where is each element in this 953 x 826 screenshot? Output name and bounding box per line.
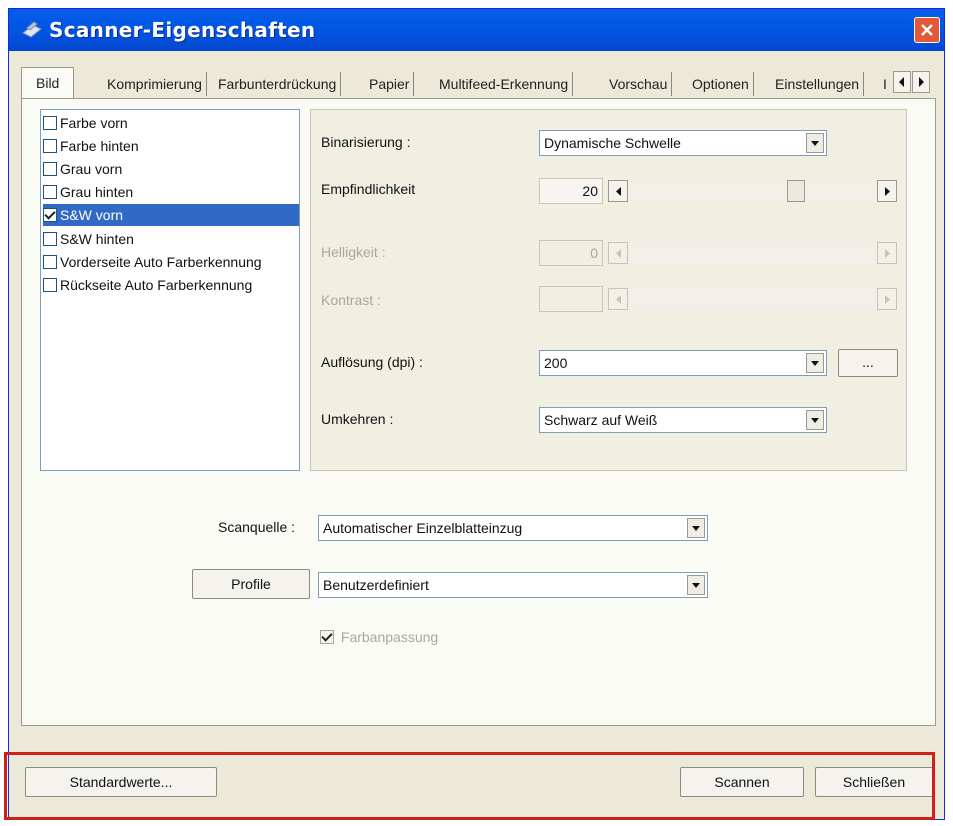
contrast-increase-button [877,288,897,310]
contrast-slider-track [629,288,877,310]
list-item-label: Grau vorn [60,161,123,177]
binarization-value: Dynamische Schwelle [544,135,681,151]
color-matching-label: Farbanpassung [340,629,439,645]
tab-multifeed-erkennung[interactable]: Multifeed-Erkennung [435,72,574,96]
sensitivity-label: Empfindlichkeit [321,181,416,197]
checkbox[interactable] [43,184,57,199]
tab-vorschau[interactable]: Vorschau [605,72,673,96]
brightness-decrease-button [608,242,628,264]
scan-button[interactable]: Scannen [680,767,804,797]
list-item-sw-hinten[interactable]: S&W hinten [43,228,140,250]
tab-scroll-right-button[interactable] [912,71,930,93]
scan-source-value: Automatischer Einzelblatteinzug [323,520,523,536]
invert-select[interactable]: Schwarz auf Weiß [539,407,827,433]
color-matching-option: Farbanpassung [320,629,438,647]
arrow-left-icon [616,295,621,304]
profile-button[interactable]: Profile [192,569,310,599]
brightness-value: 0 [539,240,603,266]
chevron-down-icon[interactable] [687,575,705,595]
list-item-label: Vorderseite Auto Farberkennung [60,254,262,270]
contrast-decrease-button [608,288,628,310]
resolution-value: 200 [544,355,568,371]
list-item-label: Grau hinten [60,184,134,200]
arrow-right-icon [919,77,924,87]
binarization-select[interactable]: Dynamische Schwelle [539,130,827,156]
checkbox[interactable] [43,115,57,130]
brightness-increase-button [877,242,897,264]
checkbox-checked[interactable] [43,207,57,222]
chevron-down-icon[interactable] [687,518,705,538]
tab-scroll-left-button[interactable] [893,71,911,93]
arrow-left-icon [616,187,621,196]
tab-strip: Bild Komprimierung Farbunterdrückung Pap… [21,67,936,100]
arrow-right-icon [885,187,890,196]
sensitivity-slider-thumb[interactable] [787,180,805,202]
tab-papier[interactable]: Papier [365,72,415,96]
contrast-value [539,286,603,312]
arrow-left-icon [616,249,621,258]
arrow-left-icon [899,77,904,87]
tab-bild[interactable]: Bild [21,67,75,100]
checkbox[interactable] [43,161,57,176]
list-item-grau-vorn[interactable]: Grau vorn [43,158,128,180]
list-item-label: S&W hinten [60,231,134,247]
binarization-label: Binarisierung : [321,134,411,150]
list-item-label: Rückseite Auto Farberkennung [60,277,253,293]
tab-optionen[interactable]: Optionen [688,72,754,96]
image-settings-group: Binarisierung : Dynamische Schwelle Empf… [310,109,907,471]
scan-source-label: Scanquelle : [218,519,296,535]
profile-value: Benutzerdefiniert [323,577,429,593]
window-title: Scanner-Eigenschaften [49,18,316,42]
arrow-right-icon [885,295,890,304]
close-button[interactable]: Schließen [815,767,933,797]
chevron-down-icon[interactable] [806,410,824,430]
checkbox[interactable] [43,138,57,153]
checkbox[interactable] [43,231,57,246]
color-matching-checkbox [320,629,334,644]
list-item-label: S&W vorn [60,207,124,223]
brightness-label: Helligkeit : [321,244,386,260]
list-item-rueckseite-auto[interactable]: Rückseite Auto Farberkennung [43,274,258,296]
close-icon [921,24,933,36]
resolution-label: Auflösung (dpi) : [321,354,423,370]
checkbox[interactable] [43,277,57,292]
tab-einstellungen[interactable]: Einstellungen [771,72,865,96]
sensitivity-value[interactable]: 20 [539,178,603,204]
image-type-list[interactable]: Farbe vorn Farbe hinten Grau vorn Grau h… [40,109,300,471]
list-item-vorderseite-auto[interactable]: Vorderseite Auto Farberkennung [43,251,268,273]
list-item-label: Farbe hinten [60,138,139,154]
checkbox[interactable] [43,254,57,269]
list-item-farbe-vorn[interactable]: Farbe vorn [43,112,134,134]
brightness-slider-track [629,242,877,264]
sensitivity-decrease-button[interactable] [608,180,628,202]
list-item-farbe-hinten[interactable]: Farbe hinten [43,135,145,157]
resolution-more-button[interactable]: ... [838,349,898,377]
profile-select[interactable]: Benutzerdefiniert [318,572,708,598]
scan-source-select[interactable]: Automatischer Einzelblatteinzug [318,515,708,541]
scanner-properties-dialog: Scanner-Eigenschaften Bild Komprimierung… [8,8,945,820]
list-item-sw-vorn[interactable]: S&W vorn [43,204,299,226]
defaults-button[interactable]: Standardwerte... [25,767,217,797]
resolution-select[interactable]: 200 [539,350,827,376]
list-item-label: Farbe vorn [60,115,128,131]
scanner-app-icon [22,21,42,38]
chevron-down-icon[interactable] [806,353,824,373]
list-item-grau-hinten[interactable]: Grau hinten [43,181,139,203]
tab-panel-bild: Farbe vorn Farbe hinten Grau vorn Grau h… [21,98,936,726]
tab-komprimierung[interactable]: Komprimierung [103,72,207,96]
tab-farbunterdrueckung[interactable]: Farbunterdrückung [214,72,342,96]
title-bar[interactable]: Scanner-Eigenschaften [9,9,944,51]
invert-label: Umkehren : [321,411,394,427]
arrow-right-icon [885,249,890,258]
close-window-button[interactable] [914,17,940,43]
tab-more[interactable]: I [879,72,891,96]
contrast-label: Kontrast : [321,292,381,308]
chevron-down-icon[interactable] [806,133,824,153]
sensitivity-increase-button[interactable] [877,180,897,202]
invert-value: Schwarz auf Weiß [544,412,658,428]
sensitivity-slider-track[interactable] [629,180,877,202]
